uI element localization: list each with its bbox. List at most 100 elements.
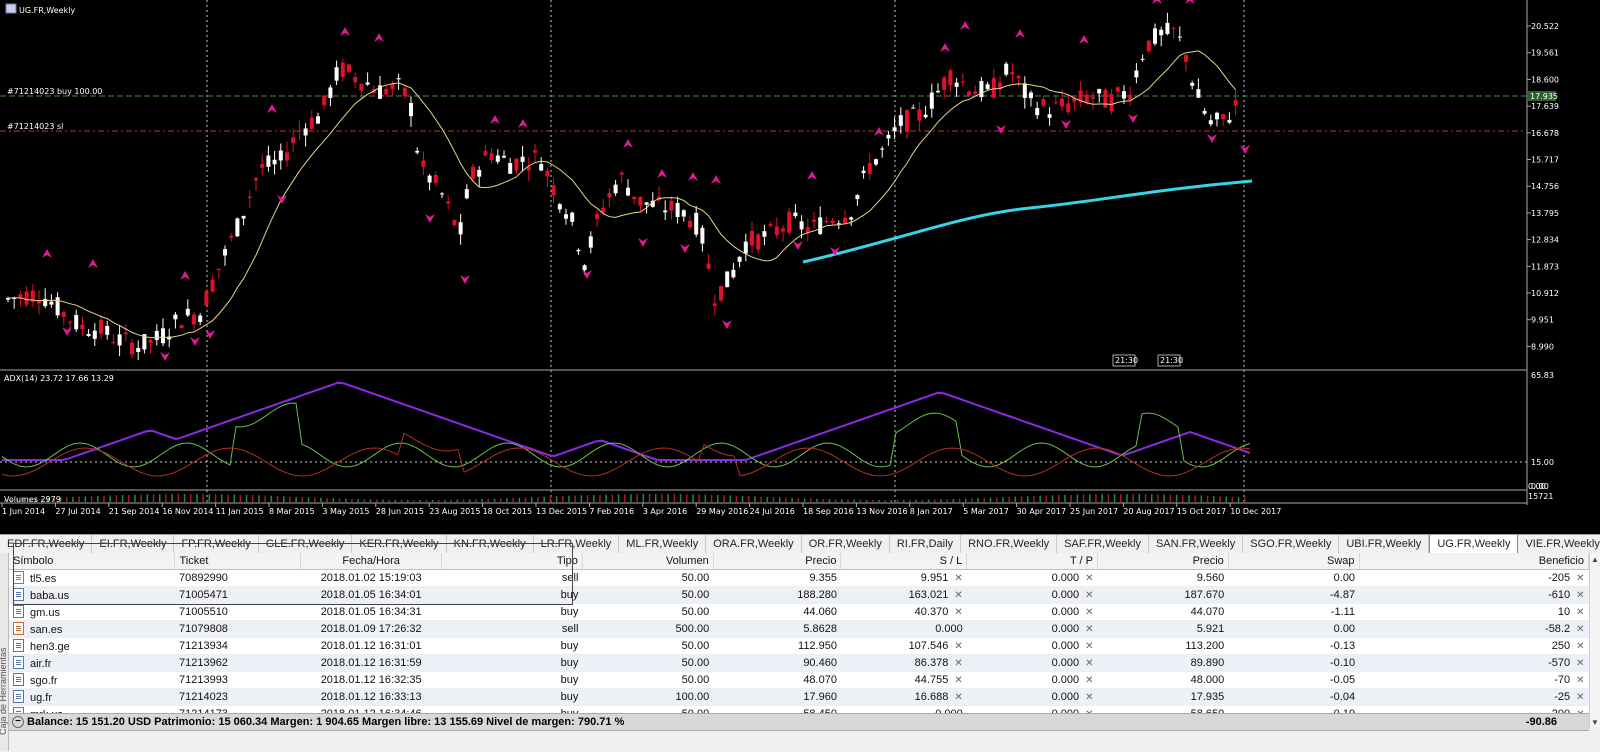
table-row[interactable]: ug.fr 71214023 2018.01.12 16:33:13 buy 100.0… [9,688,1589,706]
remove-tp-icon[interactable]: ✕ [1085,607,1093,618]
close-order-icon[interactable]: ✕ [1576,607,1584,618]
column-header[interactable]: Símbolo [9,553,176,570]
candle-body [452,220,457,226]
candle-body [725,271,730,288]
remove-tp-icon[interactable]: ✕ [1085,658,1093,669]
volume-bar [859,499,862,502]
remove-tp-icon[interactable]: ✕ [1085,675,1093,686]
close-order-icon[interactable]: ✕ [1576,641,1584,652]
cell-value: 50.00 [681,640,710,652]
candle-body [991,78,996,98]
table-cell: 10 ✕ [1359,603,1589,621]
chart-tab[interactable]: EDF.FR,Weekly [0,535,93,553]
table-cell: 71005471 [174,586,301,604]
remove-tp-icon[interactable]: ✕ [1085,573,1093,584]
candle-body [92,330,97,339]
remove-sl-icon[interactable]: ✕ [954,658,962,669]
candle-body [1084,94,1089,103]
volume-bar [785,497,787,502]
chart-tab[interactable]: FP.FR,Weekly [174,535,259,553]
column-header[interactable]: S / L [840,553,968,570]
table-row[interactable]: air.fr 71213962 2018.01.12 16:31:59 buy 50.0… [9,654,1589,672]
cell-value: 250 [1551,640,1571,652]
table-row[interactable]: san.es 71079808 2018.01.09 17:26:32 sell 500… [9,620,1589,638]
volume-bar [779,497,781,502]
table-cell: 40.370 ✕ [840,603,967,621]
chart-tab[interactable]: UBI.FR,Weekly [1339,535,1430,553]
candle-body [787,211,792,233]
chart-tab[interactable]: KN.FR,Weekly [447,535,534,553]
table-row[interactable]: hen3.ge 71213934 2018.01.12 16:31:01 buy 50.… [9,637,1589,655]
remove-sl-icon[interactable]: ✕ [954,692,962,703]
remove-sl-icon[interactable]: ✕ [954,607,962,618]
table-row[interactable]: sgo.fr 71213993 2018.01.12 16:32:35 buy 50.0… [9,671,1589,689]
chart-tab[interactable]: SGO.FR,Weekly [1243,535,1340,553]
close-order-icon[interactable]: ✕ [1576,624,1584,635]
candle-body [266,155,271,167]
remove-tp-icon[interactable]: ✕ [1085,624,1093,635]
table-scrollbar[interactable]: ▲ ▼ [1589,553,1600,729]
remove-sl-icon[interactable]: ✕ [954,641,962,652]
table-cell: sell [441,569,583,587]
chart-tab[interactable]: KER.FR,Weekly [352,535,447,553]
volume-bar [1132,494,1134,502]
volume-bar [766,496,769,502]
chart-tab[interactable]: ML.FR,Weekly [619,535,707,553]
chart-window[interactable]: UG.FR,Weekly #71214023 buy 100.00 #7121402… [0,0,1600,534]
remove-sl-icon[interactable]: ✕ [954,590,962,601]
collapse-icon[interactable]: − [12,716,24,728]
column-header[interactable]: Volumen [582,553,714,570]
cell-value: -0.10 [1329,657,1356,669]
adx-axis-label: 15.00 [1531,458,1554,467]
column-header[interactable]: Fecha/Hora [300,553,443,570]
fractal-up-arrow [623,139,633,148]
remove-sl-icon[interactable]: ✕ [954,675,962,686]
table-row[interactable]: tl5.es 70892990 2018.01.02 15:19:03 sell 50.… [9,569,1589,587]
chart-tab[interactable]: SAF.FR,Weekly [1057,535,1149,553]
fractal-up-arrow [940,43,950,52]
table-cell: 50.00 [582,671,714,689]
close-order-icon[interactable]: ✕ [1576,658,1584,669]
close-order-icon[interactable]: ✕ [1576,590,1584,601]
column-header[interactable]: Ticket [174,553,302,570]
candle-body [99,319,103,334]
scroll-down-icon[interactable]: ▼ [1591,718,1599,727]
price-chart[interactable]: UG.FR,Weekly #71214023 buy 100.00 #7121402… [0,0,1600,534]
chart-tab[interactable]: RNO.FR,Weekly [961,535,1058,553]
chart-tab[interactable]: OR.FR,Weekly [802,535,890,553]
volume-bar [1126,494,1128,502]
candle-body [477,169,482,177]
volume-bar [996,497,998,502]
close-order-icon[interactable]: ✕ [1576,675,1584,686]
toolbox-sidebar[interactable]: Caja de Herramientas [0,553,9,751]
chart-tab[interactable]: GLE.FR,Weekly [259,535,353,553]
candle-body [1010,72,1015,75]
chart-tab[interactable]: SAN.FR,Weekly [1149,535,1244,553]
scroll-up-icon[interactable]: ▲ [1591,555,1599,564]
volume-bar [276,495,279,502]
column-header[interactable]: Precio [1097,553,1229,570]
remove-tp-icon[interactable]: ✕ [1085,692,1093,703]
remove-sl-icon[interactable]: ✕ [954,573,962,584]
column-header[interactable]: Swap [1228,553,1360,570]
chart-tab[interactable]: ORA.FR,Weekly [706,535,802,553]
volume-bar [1237,496,1240,502]
column-header[interactable]: Beneficio [1359,553,1590,570]
chart-tab[interactable]: LR.FR,Weekly [534,535,620,553]
remove-tp-icon[interactable]: ✕ [1085,590,1093,601]
table-row[interactable]: baba.us 71005471 2018.01.05 16:34:01 buy 50.… [9,586,1589,604]
chart-tab[interactable]: RI.FR,Daily [890,535,962,553]
remove-tp-icon[interactable]: ✕ [1085,641,1093,652]
column-header[interactable]: T / P [966,553,1098,570]
table-cell: -0.05 [1228,671,1360,689]
close-order-icon[interactable]: ✕ [1576,573,1584,584]
candle-body [818,217,823,234]
close-order-icon[interactable]: ✕ [1576,692,1584,703]
cell-value: 44.070 [1190,606,1225,618]
table-row[interactable]: gm.us 71005510 2018.01.05 16:34:31 buy 50.00… [9,603,1589,621]
chart-tab[interactable]: UG.FR,Weekly [1429,535,1519,553]
column-header[interactable]: Precio [713,553,842,570]
chart-tab[interactable]: EI.FR,Weekly [92,535,175,553]
column-header[interactable]: Tipo [441,553,583,570]
chart-tab[interactable]: VIE.FR,Weekly [1518,535,1600,553]
